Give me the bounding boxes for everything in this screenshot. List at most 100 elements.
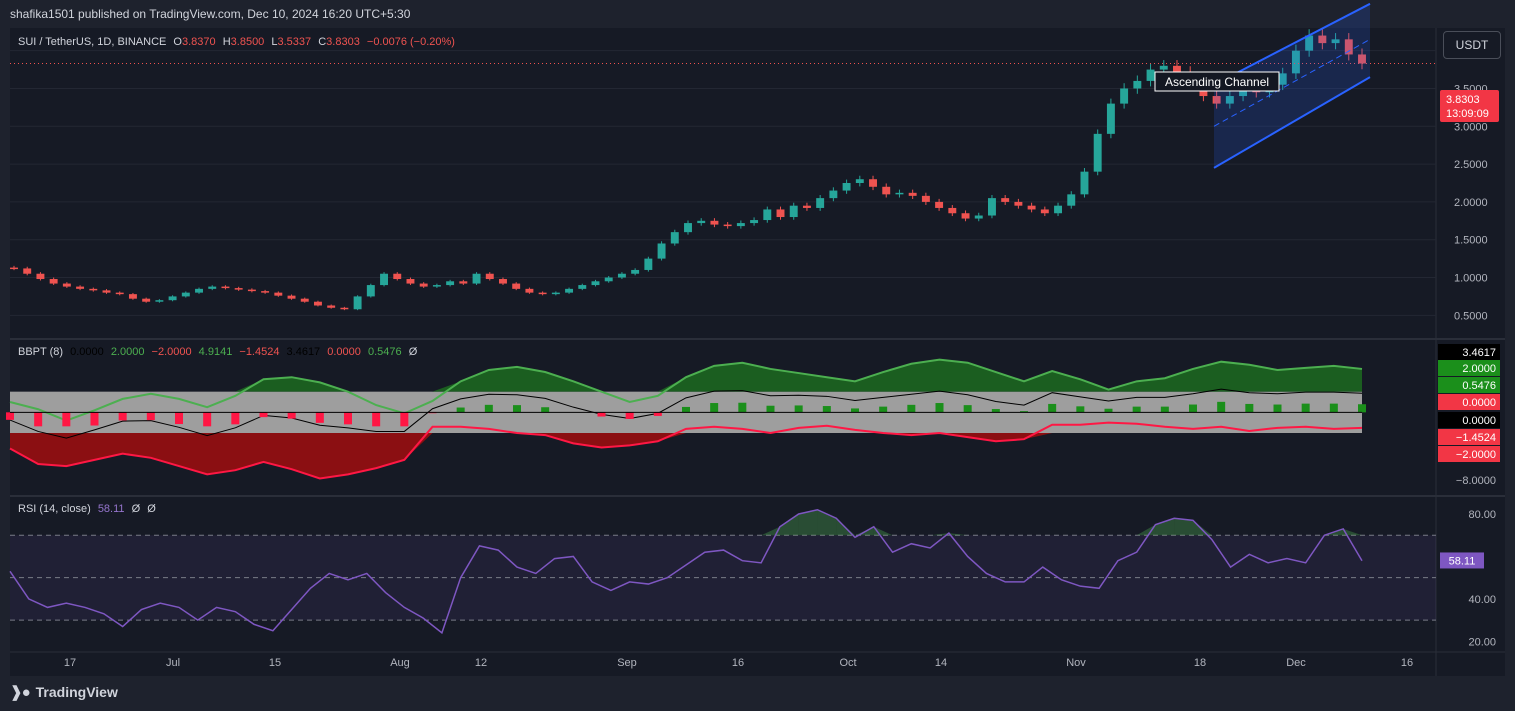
candle-body [670,232,679,244]
rsi-extra-1: Ø [147,503,156,515]
time-tick-label: 14 [935,657,947,669]
bbpt-histogram-bar [1132,406,1141,413]
candle-body [155,300,164,302]
candle-body [353,296,362,310]
tradingview-logo-icon: ❱● [10,684,31,701]
rsi-name: RSI (14, close) [18,503,91,515]
close-label: C [318,36,327,48]
price-tick-label: 0.5000 [1454,310,1488,322]
candle-body [723,224,732,227]
bbpt-axis-label: −2.0000 [1456,449,1496,461]
rsi-tick-label: 20.00 [1468,636,1496,648]
candle-body [1146,69,1155,81]
candle-body [697,220,706,224]
bbpt-value-1: 2.0000 [110,346,145,358]
candle-body [908,192,917,196]
symbol-label: SUI / TetherUS, 1D, BINANCE [18,36,167,48]
price-tick-label: 2.0000 [1454,197,1488,209]
bbpt-value-2: −2.0000 [151,346,192,358]
bbpt-histogram-bar [1273,404,1282,413]
candle-body [128,294,137,299]
bbpt-histogram-bar [851,408,859,413]
time-tick-label: 16 [1401,657,1413,669]
bbpt-histogram-bar [6,412,14,420]
bbpt-histogram-bar [653,412,662,416]
bbpt-histogram-bar [625,412,634,419]
rsi-tick-label: 80.00 [1468,509,1496,521]
candle-body [406,279,415,284]
candle-body [816,198,825,208]
bbpt-histogram-bar [541,407,550,413]
candle-body [168,296,177,301]
candle-body [327,305,336,308]
low-label: L [271,36,278,48]
rsi-value-badge-label: 58.11 [1449,555,1476,567]
time-tick-label: Sep [617,657,637,669]
bbpt-histogram-bar [34,412,43,427]
candle-body [842,183,851,191]
bbpt-histogram-bar [90,412,99,426]
bbpt-histogram-bar [344,412,352,425]
candle-body [247,289,256,292]
candle-body [274,292,283,296]
candle-body [565,288,574,293]
bbpt-histogram-bar [1329,403,1338,413]
bbpt-histogram-bar [400,412,409,427]
candle-body [512,283,521,289]
rsi-overbought-fill [948,533,968,536]
candle-body [591,281,600,286]
bbpt-histogram-bar [203,412,212,427]
candle-body [948,207,957,214]
bbpt-axis-label: 3.4617 [1462,347,1496,359]
candle-body [829,190,838,199]
currency-button[interactable]: USDT [1443,31,1501,59]
candle-body [1106,103,1115,134]
candle-body [485,273,494,280]
bbpt-histogram-bar [1358,404,1366,413]
candle-body [789,205,798,218]
candle-body [1027,205,1036,210]
bbpt-histogram-bar [597,412,606,417]
candle-body [631,269,640,274]
candle-body [736,223,745,227]
bbpt-histogram-bar [907,404,916,413]
bbpt-histogram-bar [1217,401,1226,413]
bbpt-histogram-bar [738,402,747,413]
time-tick-label: 17 [64,657,76,669]
candle-body [142,298,151,302]
bbpt-histogram-bar [879,406,888,413]
candle-body [1173,65,1181,72]
time-tick-label: 16 [732,657,744,669]
candle-body [1159,65,1168,70]
bbpt-histogram-bar [259,412,268,418]
candle-body [750,220,759,224]
candle-body [538,292,547,295]
candle-body [1040,209,1049,214]
bbpt-histogram-bar [372,412,381,427]
candle-body [1014,201,1023,206]
candle-body [419,283,428,287]
rsi-legend: RSI (14, close) 58.11 Ø Ø [18,503,160,515]
candle-body [76,286,85,289]
bbpt-name: BBPT (8) [18,346,64,358]
bbpt-value-7: 0.5476 [367,346,402,358]
time-tick-label: Dec [1286,657,1306,669]
price-badge-countdown: 13:09:09 [1446,108,1489,120]
high-value: 3.8500 [230,36,265,48]
candle-body [181,292,190,297]
candle-body [802,205,811,208]
candle-body [432,285,441,287]
candle-body [499,279,507,284]
price-tick-label: 1.0000 [1454,273,1488,285]
bbpt-histogram-bar [62,412,71,427]
candle-body [62,283,71,287]
candle-body [340,307,349,310]
time-tick-label: 12 [475,657,487,669]
price-badge-price: 3.8303 [1446,94,1480,106]
bbpt-histogram-bar [822,406,831,413]
footer[interactable]: ❱● TradingView [10,683,118,701]
time-tick-label: Jul [166,657,180,669]
candle-body [300,298,309,302]
candle-body [234,288,243,290]
bbpt-histogram-bar [513,405,521,413]
